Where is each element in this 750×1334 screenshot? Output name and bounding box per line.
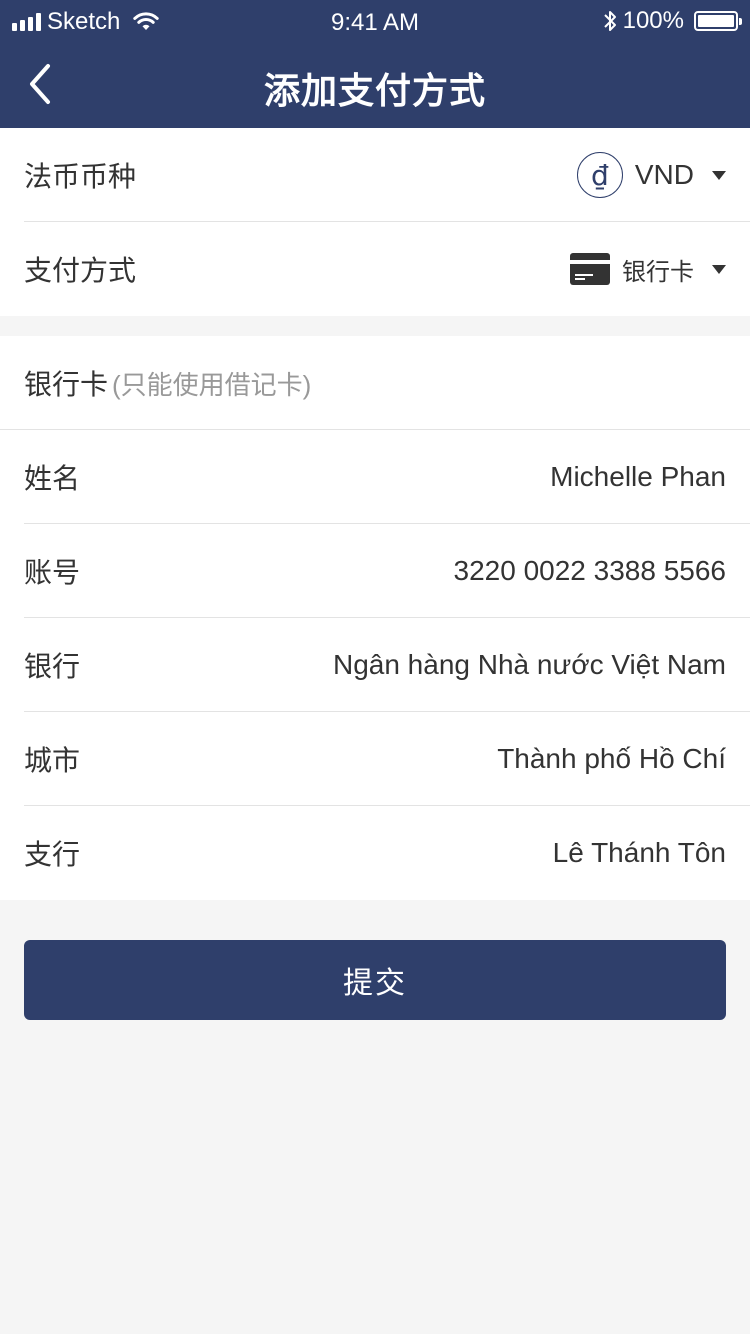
currency-value: VND: [634, 159, 694, 190]
submit-button[interactable]: 提交: [24, 940, 726, 1020]
bluetooth-icon: [603, 11, 616, 31]
status-bar: Sketch 9:41 AM 100%: [0, 0, 750, 44]
caret-down-icon: [712, 170, 726, 180]
nav-bar: 添加支付方式: [0, 44, 750, 128]
bank-label: 银行: [24, 651, 81, 682]
bank-card-heading-row: 银行卡 (只能使用借记卡): [0, 336, 750, 430]
bank-card-heading: 银行卡 (只能使用借记卡): [24, 363, 311, 403]
bank-value[interactable]: Ngân hàng Nhà nước Việt Nam: [333, 649, 726, 681]
currency-label: 法币币种: [24, 161, 137, 192]
account-value[interactable]: 3220 0022 3388 5566: [454, 555, 727, 587]
branch-value[interactable]: Lê Thánh Tôn: [553, 837, 726, 869]
bank-card-icon: [570, 253, 610, 285]
bank-card-title: 银行卡: [24, 369, 109, 400]
city-label: 城市: [24, 745, 81, 776]
city-row[interactable]: 城市 Thành phố Hồ Chí: [0, 712, 750, 806]
name-row[interactable]: 姓名 Michelle Phan: [0, 430, 750, 524]
name-label: 姓名: [24, 463, 81, 494]
currency-row[interactable]: 法币币种 ₫ VND: [0, 128, 750, 222]
payment-method-row[interactable]: 支付方式 银行卡: [0, 222, 750, 316]
section-gap: [0, 316, 750, 336]
branch-label: 支行: [24, 839, 81, 870]
payment-method-value: 银行卡: [622, 258, 694, 286]
payment-method-selector[interactable]: 银行卡: [570, 252, 726, 287]
payment-settings-section: 法币币种 ₫ VND 支付方式 银行卡: [0, 128, 750, 316]
city-value[interactable]: Thành phố Hồ Chí: [497, 743, 726, 775]
page-title: 添加支付方式: [263, 70, 486, 111]
bank-row[interactable]: 银行 Ngân hàng Nhà nước Việt Nam: [0, 618, 750, 712]
branch-row[interactable]: 支行 Lê Thánh Tôn: [0, 806, 750, 900]
currency-dong-icon: ₫: [576, 152, 623, 198]
header: Sketch 9:41 AM 100% 添加支付方式: [0, 0, 750, 128]
bank-card-section: 银行卡 (只能使用借记卡) 姓名 Michelle Phan 账号 3220 0…: [0, 336, 750, 900]
battery-icon: [694, 11, 742, 31]
payment-method-label: 支付方式: [24, 255, 137, 286]
caret-down-icon: [712, 264, 726, 274]
bank-card-note: (只能使用借记卡): [112, 369, 312, 400]
status-right: 100%: [603, 7, 742, 35]
battery-percent: 100%: [622, 7, 684, 34]
account-label: 账号: [24, 557, 81, 588]
submit-area: 提交: [0, 900, 750, 1020]
currency-selector[interactable]: ₫ VND: [576, 152, 726, 198]
account-row[interactable]: 账号 3220 0022 3388 5566: [0, 524, 750, 618]
name-value[interactable]: Michelle Phan: [550, 461, 726, 493]
